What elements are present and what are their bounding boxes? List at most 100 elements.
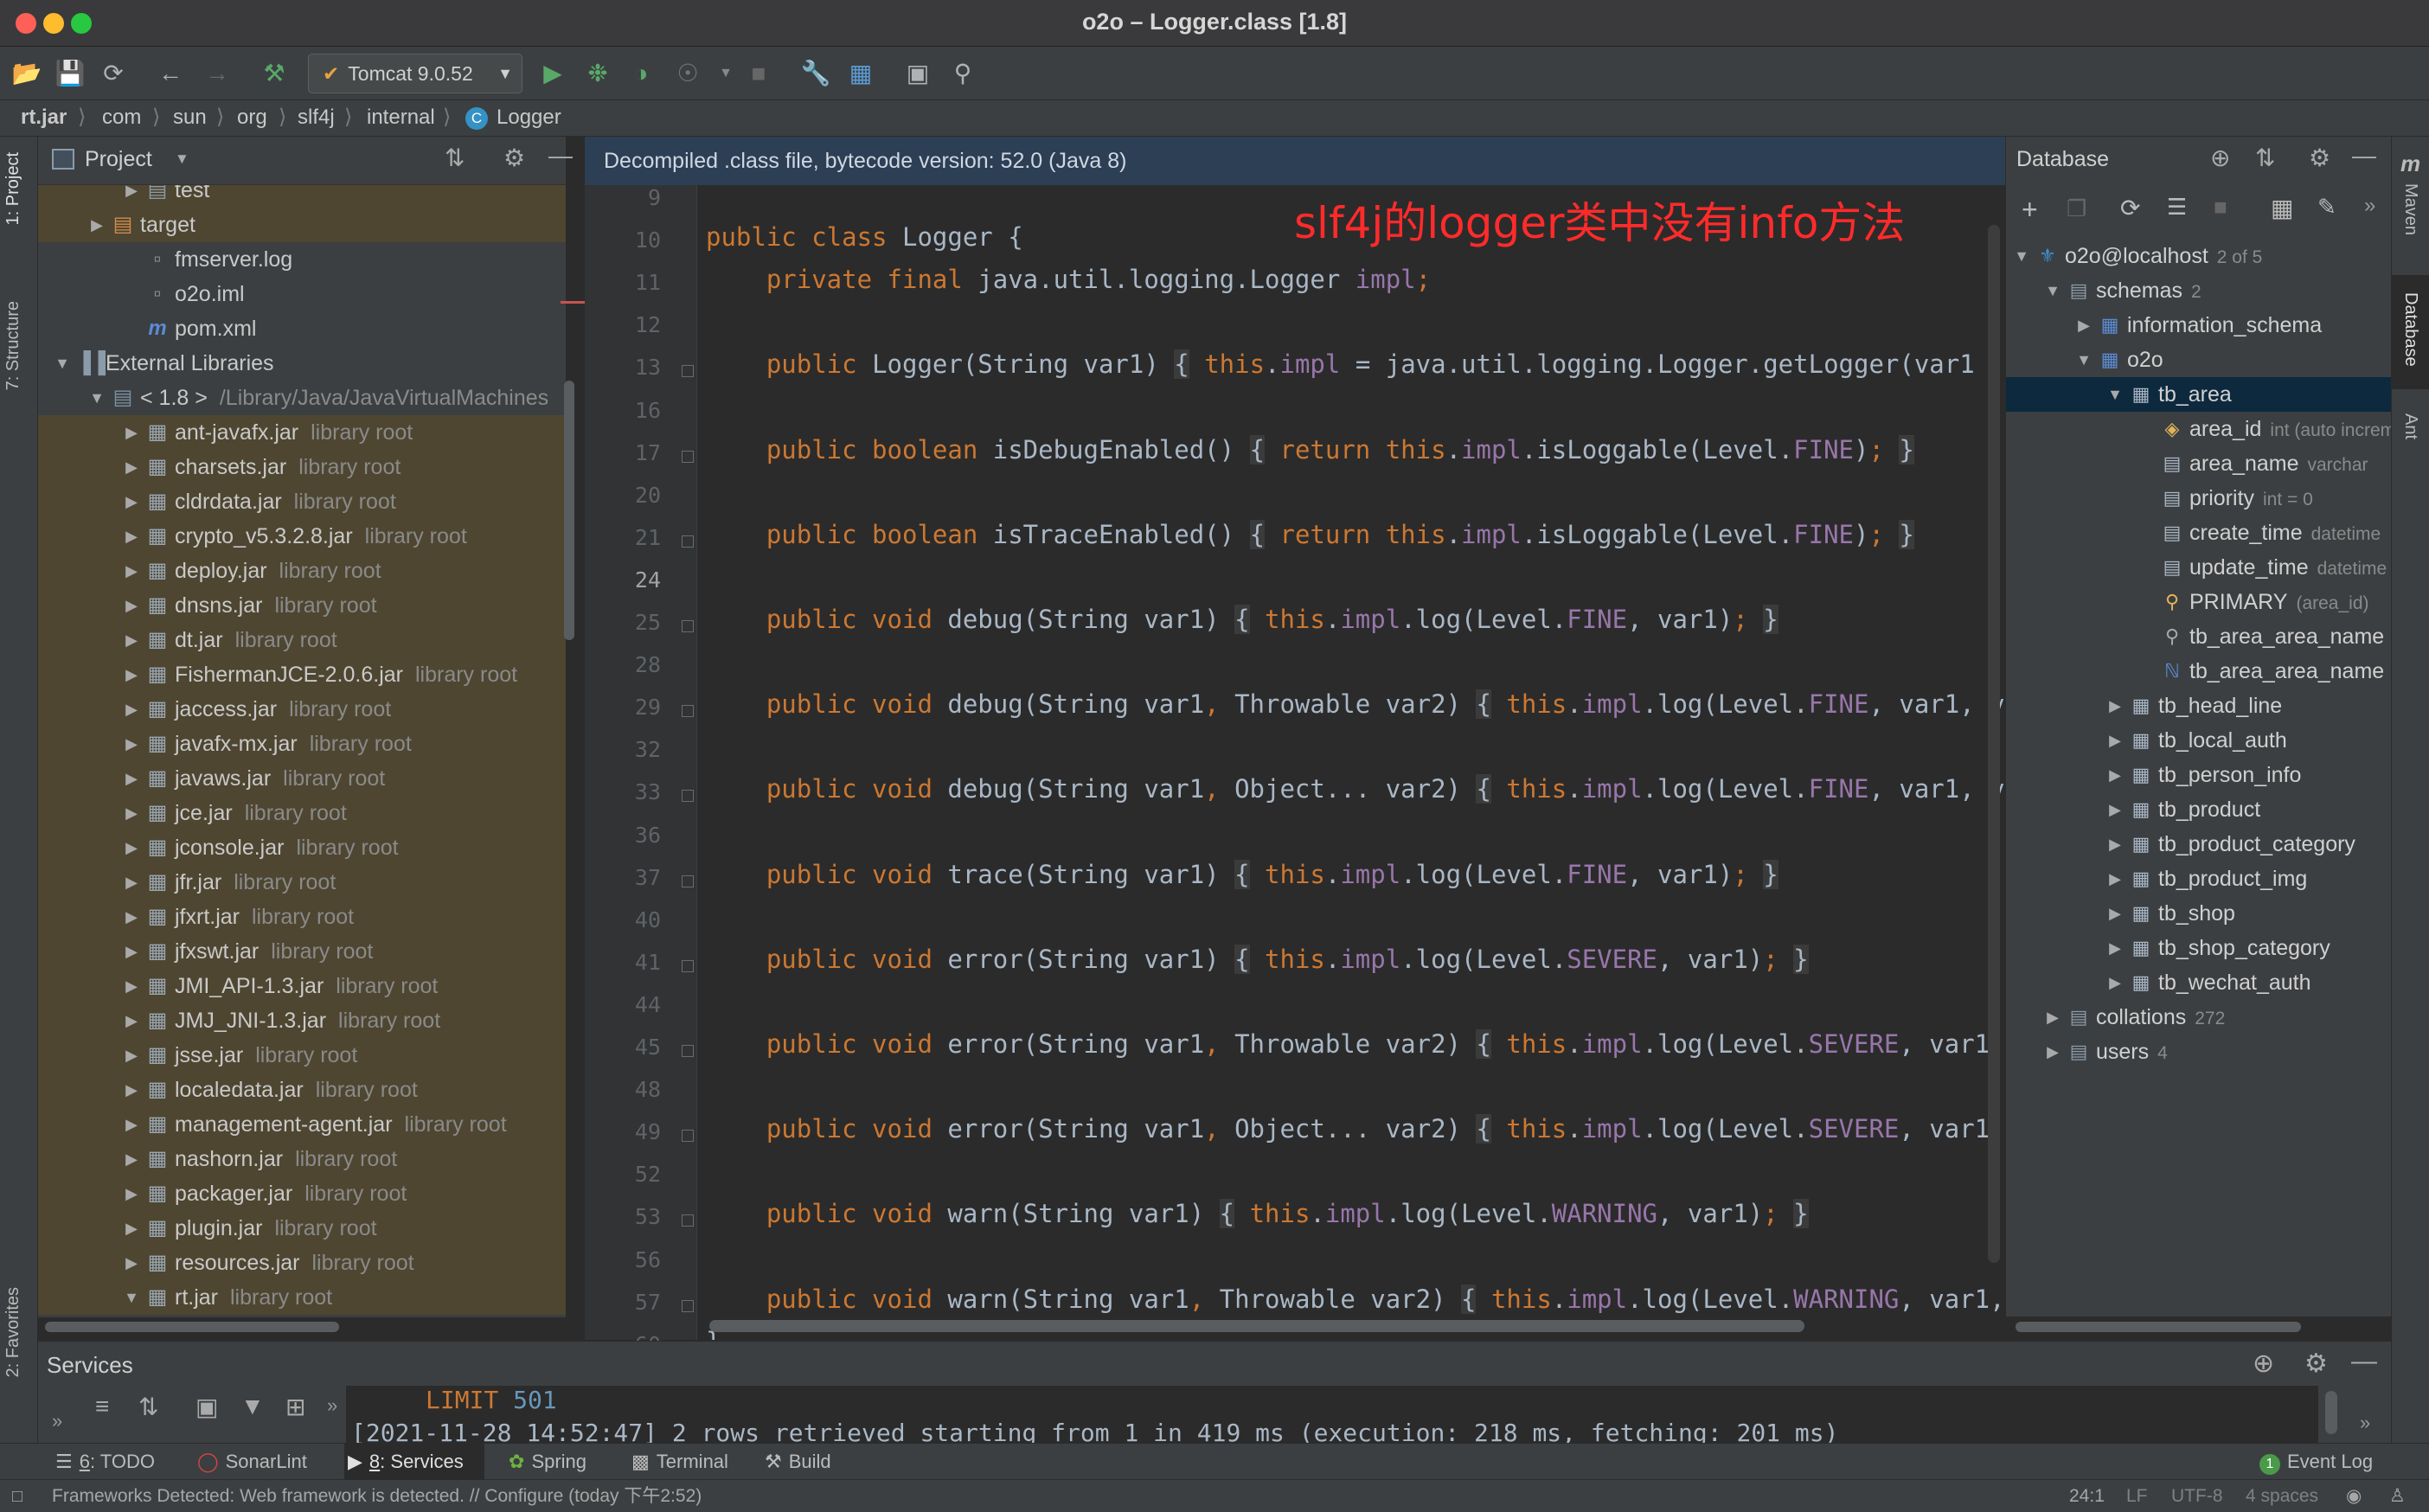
tree-row[interactable]: ▶ ▦ ant-javafx.jar library root <box>38 415 566 450</box>
breadcrumb-item[interactable]: com <box>102 100 141 135</box>
database-tool-tab[interactable]: Database <box>2400 292 2420 367</box>
tree-row[interactable]: ▶ ▦ dnsns.jar library root <box>38 588 566 623</box>
chevron-down-icon[interactable]: ▼ <box>121 1280 142 1315</box>
status-message[interactable]: Frameworks Detected: Web framework is de… <box>52 1480 702 1512</box>
project-panel-title[interactable]: Project <box>85 147 152 172</box>
sync-icon[interactable]: ⟳ <box>95 55 131 92</box>
tree-row[interactable]: ▼ ▐▐ External Libraries <box>38 346 566 381</box>
chevron-right-icon[interactable]: ▶ <box>2105 862 2125 896</box>
tree-row[interactable]: m pom.xml <box>38 311 566 346</box>
window-icon[interactable]: ▣ <box>900 55 936 92</box>
chevron-right-icon[interactable]: ▶ <box>2105 723 2125 758</box>
project-structure-icon[interactable]: ▦ <box>843 55 879 92</box>
more-icon[interactable]: » <box>2360 1412 2370 1434</box>
git-icon[interactable]: ◉ <box>2346 1480 2362 1512</box>
vertical-scrollbar[interactable] <box>1988 225 2000 1263</box>
chevron-right-icon[interactable]: ▶ <box>2073 308 2094 343</box>
chevron-right-icon[interactable]: ▶ <box>121 865 142 900</box>
chevron-down-icon[interactable]: ▼ <box>2105 377 2125 412</box>
collapse-all-icon[interactable]: ⇅ <box>2255 144 2275 172</box>
chevron-right-icon[interactable]: ▶ <box>121 830 142 865</box>
code-editor[interactable]: public class Logger { private final java… <box>697 185 2005 1340</box>
chevron-right-icon[interactable]: ▶ <box>2105 827 2125 862</box>
gear-icon[interactable]: ⚙ <box>2304 1349 2328 1379</box>
tree-row[interactable]: ▶ ▦ jfr.jar library root <box>38 865 566 900</box>
tree-row[interactable]: ▶ ▦ jfxswt.jar library root <box>38 934 566 969</box>
tree-row[interactable]: ▼ ▦ rt.jar library root <box>38 1280 566 1315</box>
run-configuration-select[interactable]: ✔ Tomcat 9.0.52 ▼ <box>308 54 522 93</box>
tree-row[interactable]: ▶ ▦ jce.jar library root <box>38 796 566 830</box>
tree-row[interactable]: ▶ ▦ jfxrt.jar library root <box>38 900 566 934</box>
chevron-down-icon[interactable]: ▼ <box>2011 239 2032 273</box>
chevron-right-icon[interactable]: ▶ <box>121 519 142 554</box>
table-icon[interactable]: ▦ <box>2271 194 2293 222</box>
more-icon[interactable]: » <box>2364 194 2375 218</box>
fold-marker-icon[interactable] <box>682 535 694 548</box>
tree-row[interactable]: ▶ ▦ cldrdata.jar library root <box>38 484 566 519</box>
collapse-all-icon[interactable]: ⇅ <box>445 144 465 172</box>
favorites-tool-tab[interactable]: 2: Favorites <box>3 1287 23 1377</box>
chevron-right-icon[interactable]: ▶ <box>121 1246 142 1280</box>
profiler-icon[interactable]: ☉ <box>670 55 706 92</box>
tree-row[interactable]: ▶ ▦ resources.jar library root <box>38 1246 566 1280</box>
bottom-tab[interactable]: ◯ SonarLint <box>194 1444 324 1480</box>
breadcrumb-item[interactable]: Logger <box>497 100 561 135</box>
chevron-right-icon[interactable]: ▶ <box>121 1211 142 1246</box>
tree-row[interactable]: ▶ ▦ packager.jar library root <box>38 1176 566 1211</box>
fold-marker-icon[interactable] <box>682 959 694 972</box>
db-tree-row[interactable]: ▤ priority int = 0 <box>2006 481 2391 516</box>
chevron-right-icon[interactable]: ▶ <box>2105 896 2125 931</box>
hide-panel-icon[interactable]: — <box>548 142 573 170</box>
tree-row[interactable]: ▶ ▦ dt.jar library root <box>38 623 566 657</box>
chevron-down-icon[interactable]: ▼ <box>87 381 107 415</box>
db-tree-row[interactable]: ◈ area_idint (auto increment) <box>2006 412 2391 446</box>
db-tree-row[interactable]: ▼ ⚜ o2o@localhost 2 of 5 <box>2006 239 2391 273</box>
fold-marker-icon[interactable] <box>682 1045 694 1057</box>
fold-marker-icon[interactable] <box>682 365 694 378</box>
db-tree-row[interactable]: ▶ ▦ tb_head_line <box>2006 689 2391 723</box>
horizontal-scrollbar[interactable] <box>2016 1322 2301 1332</box>
fold-marker-icon[interactable] <box>682 450 694 463</box>
tree-row[interactable]: ▶ ▦ javafx-mx.jar library root <box>38 727 566 761</box>
db-tree-row[interactable]: ▶ ▦ tb_person_info <box>2006 758 2391 792</box>
tree-row[interactable]: ▶ ▤ target <box>38 208 566 242</box>
breadcrumb-item[interactable]: sun <box>173 100 207 135</box>
fold-marker-icon[interactable] <box>682 1299 694 1312</box>
chevron-right-icon[interactable]: ▶ <box>121 1003 142 1038</box>
build-hammer-icon[interactable]: ⚒ <box>256 55 292 92</box>
db-tree-row[interactable]: ▶ ▤ collations 272 <box>2006 1000 2391 1035</box>
tree-row[interactable]: ▶ ▦ charsets.jar library root <box>38 450 566 484</box>
db-tree-row[interactable]: ▶ ▦ tb_product_img <box>2006 862 2391 896</box>
forward-arrow-icon[interactable]: → <box>199 55 235 92</box>
tree-row[interactable]: ▶ ▦ jaccess.jar library root <box>38 692 566 727</box>
event-log-tab[interactable]: 1 Event Log <box>2259 1444 2373 1480</box>
db-tree-row[interactable]: ▤ create_time datetime <box>2006 516 2391 550</box>
hide-panel-icon[interactable]: — <box>2351 1347 2377 1376</box>
stop-icon[interactable]: ■ <box>2214 194 2227 221</box>
chevron-right-icon[interactable]: ▶ <box>87 208 107 242</box>
bottom-tab[interactable]: ✿ Spring <box>505 1444 607 1480</box>
chevron-right-icon[interactable]: ▶ <box>121 1107 142 1142</box>
project-tool-tab[interactable]: 1: Project <box>3 152 23 225</box>
debug-bug-icon[interactable]: ❉ <box>580 55 616 92</box>
chevron-right-icon[interactable]: ▶ <box>2105 689 2125 723</box>
breadcrumb-item[interactable]: rt.jar <box>21 100 67 135</box>
bottom-tab[interactable]: ☰ 6: TODO <box>52 1444 175 1480</box>
tree-row[interactable]: ▶ ▦ javaws.jar library root <box>38 761 566 796</box>
structure-tool-tab[interactable]: 7: Structure <box>3 301 23 390</box>
horizontal-scrollbar[interactable] <box>709 1320 1804 1332</box>
schema-icon[interactable]: ☰ <box>2167 194 2187 221</box>
breadcrumb-item[interactable]: org <box>237 100 267 135</box>
bottom-tab[interactable]: ▶ 8: Services <box>344 1444 484 1480</box>
tree-row[interactable]: ▶ ▦ localedata.jar library root <box>38 1073 566 1107</box>
horizontal-scrollbar[interactable] <box>45 1322 339 1332</box>
chevron-right-icon[interactable]: ▶ <box>121 761 142 796</box>
add-icon[interactable]: + <box>2022 194 2038 226</box>
ant-tool-tab[interactable]: Ant <box>2400 413 2420 439</box>
chevron-right-icon[interactable]: ▶ <box>2105 758 2125 792</box>
chevron-right-icon[interactable]: ▶ <box>121 1142 142 1176</box>
tree-row[interactable]: ▶ ▦ nashorn.jar library root <box>38 1142 566 1176</box>
inspector-icon[interactable]: ♙ <box>2389 1480 2406 1512</box>
chevron-down-icon[interactable]: ▼ <box>2073 343 2094 377</box>
wrench-settings-icon[interactable]: 🔧 <box>798 55 834 92</box>
